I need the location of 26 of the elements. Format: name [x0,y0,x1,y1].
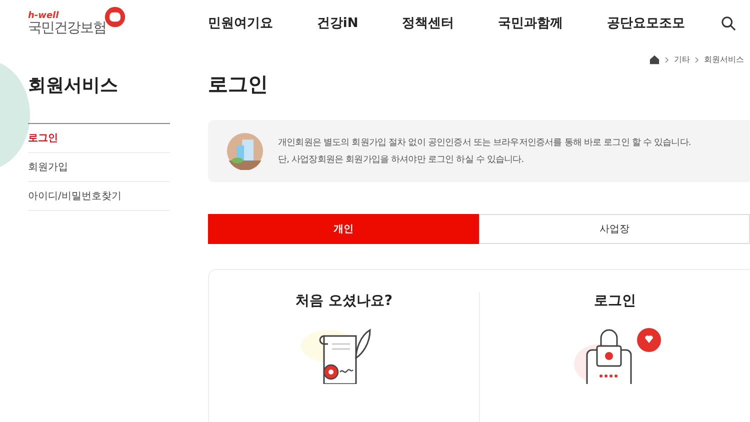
chevron-right-icon [695,56,699,62]
chevron-right-icon [665,56,669,62]
nav-link[interactable]: 국민과함께 [498,14,564,32]
nav-link[interactable]: 민원여기요 [208,14,273,32]
tab[interactable]: 사업장 [479,214,750,244]
breadcrumb-link[interactable]: 기타 [674,54,690,65]
nav-link[interactable]: 공단요모조모 [606,14,685,32]
building-icon [226,132,264,170]
breadcrumb-link[interactable]: 회원서비스 [704,54,744,65]
logo-icon [104,6,126,28]
panel-title: 로그인 [594,292,636,310]
logo-tagline: h-well [28,12,60,20]
home-icon[interactable] [649,54,660,65]
search-icon[interactable] [721,16,736,30]
notice-text: 개인회원은 별도의 회원가입 절차 없이 공인인증서 또는 브라우저인증서를 통해 바로 로그인 할 수 있습니다. [278,137,691,149]
tab[interactable]: 개인 [208,214,479,244]
sidebar-item[interactable]: 아이디/비밀번호찾기 [28,182,170,211]
notice-text: 단, 사업장회원은 회원가입을 하셔야만 로그인 하실 수 있습니다. [278,154,525,166]
sidebar-item[interactable]: 회원가입 [28,153,170,182]
sidebar-item[interactable]: 로그인 [28,124,170,153]
nav-link[interactable]: 정책센터 [402,14,454,32]
page-title: 로그인 [208,71,269,98]
panel-title: 처음 오셨나요? [296,292,392,310]
sidebar-title: 회원서비스 [28,74,119,97]
logo-name: 국민건강보험 [28,20,106,34]
nav-link[interactable]: 건강iN [316,14,358,32]
